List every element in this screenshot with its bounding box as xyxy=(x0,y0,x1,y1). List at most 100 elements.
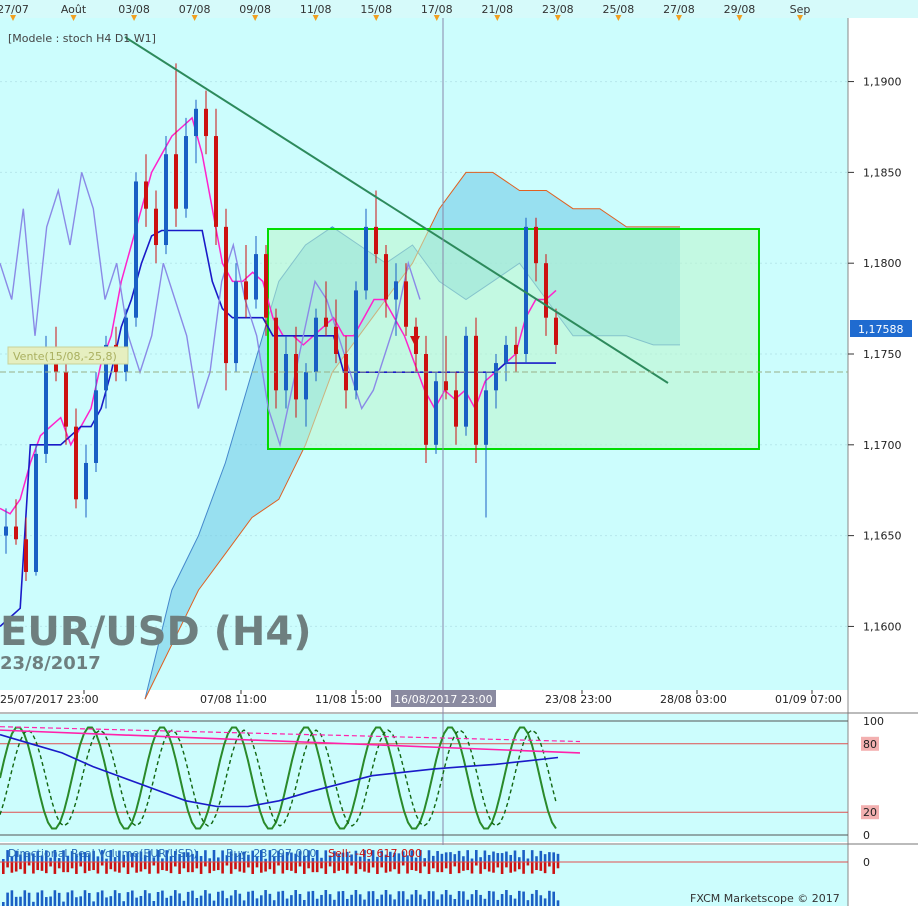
volume-sell-bar xyxy=(161,862,164,871)
volume-sell-bar xyxy=(199,862,203,874)
volume-sell-bar xyxy=(487,862,491,872)
volume-title: Directional Real Volume(EUR/USD) xyxy=(8,847,198,860)
candle-body xyxy=(264,254,268,318)
volume-sell-bar xyxy=(212,862,216,871)
volume-buy-bar xyxy=(530,850,534,862)
volume-total-bar xyxy=(221,890,224,906)
volume-sell-bar xyxy=(255,862,259,868)
volume-sell-bar xyxy=(19,862,22,870)
volume-sell-bar xyxy=(401,862,405,866)
trade-range-box[interactable] xyxy=(267,228,760,450)
volume-sell-bar xyxy=(83,862,87,874)
volume-total-bar xyxy=(131,890,134,906)
volume-total-bar xyxy=(350,894,353,906)
volume-total-bar xyxy=(341,891,345,906)
volume-sell-bar xyxy=(2,862,5,874)
volume-sell-bar xyxy=(131,862,134,868)
candle-body xyxy=(314,317,318,373)
volume-total-bar xyxy=(315,898,319,906)
trade-label: Vente(15/08,-25,8) xyxy=(13,350,117,363)
date-title: 23/8/2017 xyxy=(0,653,101,674)
candle-body xyxy=(174,154,178,209)
volume-buy-label: Buy: 23 297 000 xyxy=(226,847,316,860)
top-date-label: 21/08 xyxy=(481,3,513,16)
candle-body xyxy=(44,354,48,454)
volume-total-bar xyxy=(186,891,190,906)
volume-total-bar xyxy=(268,893,272,906)
volume-buy-bar xyxy=(522,850,525,862)
stoch-tick-label: 80 xyxy=(863,738,877,751)
volume-buy-bar xyxy=(432,855,435,862)
volume-sell-bar xyxy=(303,862,306,874)
volume-axis xyxy=(848,845,918,906)
volume-sell-bar xyxy=(475,862,478,866)
volume-buy-bar xyxy=(556,853,560,862)
time-tick-label: 28/08 03:00 xyxy=(660,693,727,706)
volume-total-bar xyxy=(535,890,538,906)
volume-sell-bar xyxy=(427,862,431,874)
volume-total-bar xyxy=(208,893,211,906)
volume-sell-bar xyxy=(221,862,224,874)
volume-buy-bar xyxy=(212,850,216,862)
volume-sell-bar xyxy=(268,862,272,870)
volume-total-bar xyxy=(122,901,125,906)
volume-sell-bar xyxy=(298,862,302,867)
volume-sell-bar xyxy=(191,862,194,873)
volume-sell-bar xyxy=(79,862,82,867)
volume-total-bar xyxy=(380,894,383,906)
volume-sell-bar xyxy=(165,862,168,871)
volume-buy-bar xyxy=(539,850,543,862)
top-date-label: 25/08 xyxy=(603,3,635,16)
volume-total-bar xyxy=(255,898,259,906)
volume-buy-bar xyxy=(320,857,323,862)
volume-sell-bar xyxy=(143,862,147,870)
top-date-label: 23/08 xyxy=(542,3,574,16)
volume-sell-bar xyxy=(49,862,52,867)
volume-total-bar xyxy=(479,894,482,906)
volume-total-bar xyxy=(401,891,405,906)
volume-buy-bar xyxy=(199,856,203,862)
price-tick-label: 1,1600 xyxy=(863,620,902,633)
candle-body xyxy=(454,390,458,427)
volume-sell-bar xyxy=(242,862,246,873)
volume-total-bar xyxy=(294,890,297,906)
chart-canvas: 27/07 Août 03/08 07/08 09/08 11/08 15/08 17/08 2… xyxy=(0,0,918,906)
time-tick-label: 01/09 07:00 xyxy=(775,693,842,706)
volume-sell-bar xyxy=(294,862,297,874)
volume-total-bar xyxy=(530,893,534,906)
candle-body xyxy=(134,181,138,318)
volume-sell-bar xyxy=(70,862,74,869)
volume-total-bar xyxy=(406,899,409,906)
volume-total-bar xyxy=(513,898,517,906)
volume-total-bar xyxy=(225,898,229,906)
stoch-tick-label: 20 xyxy=(863,806,877,819)
volume-total-bar xyxy=(161,890,164,906)
top-date-label: Août xyxy=(61,3,87,16)
volume-total-bar xyxy=(548,890,551,906)
volume-total-bar xyxy=(371,891,375,906)
volume-sell-bar xyxy=(40,862,44,871)
volume-sell-bar xyxy=(479,862,482,874)
volume-sell-bar xyxy=(264,862,267,872)
volume-sell-bar xyxy=(315,862,319,873)
volume-total-bar xyxy=(191,890,194,906)
stochastic-panel[interactable] xyxy=(0,714,848,842)
candle-body xyxy=(464,335,468,427)
volume-total-bar xyxy=(475,890,478,906)
volume-total-bar xyxy=(156,892,160,906)
volume-total-bar xyxy=(449,894,452,906)
volume-sell-bar xyxy=(513,862,517,872)
volume-total-bar xyxy=(389,894,392,906)
volume-total-bar xyxy=(2,902,5,906)
volume-total-bar xyxy=(178,893,181,906)
volume-sell-bar xyxy=(139,862,143,872)
volume-buy-bar xyxy=(449,852,452,862)
time-tick-label: 25/07/2017 23:00 xyxy=(0,693,99,706)
volume-sell-bar xyxy=(543,862,547,874)
volume-sell-bar xyxy=(135,862,138,873)
volume-sell-bar xyxy=(238,862,242,872)
volume-total-bar xyxy=(14,896,18,906)
volume-sell-bar xyxy=(328,862,332,867)
volume-total-bar xyxy=(556,900,560,906)
current-price-value: 1,17588 xyxy=(858,323,904,336)
